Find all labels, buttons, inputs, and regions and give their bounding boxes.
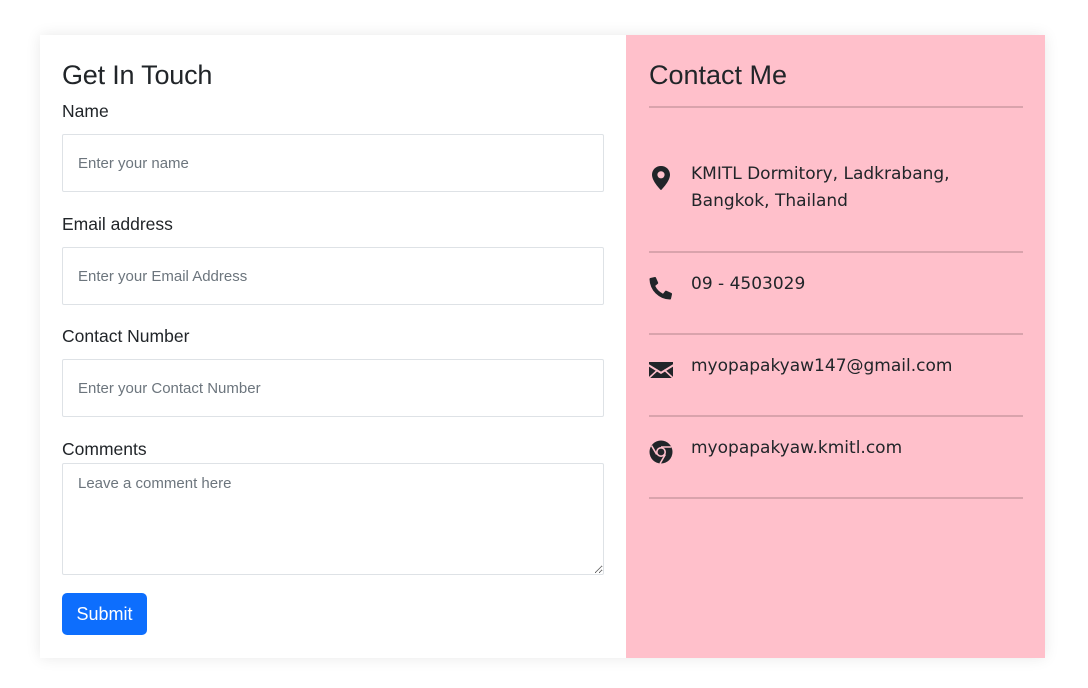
divider <box>649 251 1023 253</box>
contact-number-input[interactable] <box>62 359 604 417</box>
map-marker-icon <box>649 166 673 190</box>
divider <box>649 415 1023 417</box>
comments-label: Comments <box>62 439 147 459</box>
contact-card: Get In Touch Name Email address Contact … <box>40 35 1045 658</box>
website-text: myopapakyaw.kmitl.com <box>691 438 903 458</box>
name-label: Name <box>62 101 109 121</box>
divider <box>649 106 1023 108</box>
divider <box>649 333 1023 335</box>
contact-form-panel: Get In Touch Name Email address Contact … <box>40 35 626 658</box>
divider <box>649 497 1023 499</box>
submit-button[interactable]: Submit <box>62 593 147 635</box>
email-label: Email address <box>62 214 173 234</box>
address-text: KMITL Dormitory, Ladkrabang, Bangkok, Th… <box>691 164 950 211</box>
comments-textarea[interactable] <box>62 463 604 575</box>
contact-info-panel: Contact Me KMITL Dormitory, Ladkrabang, … <box>626 35 1045 658</box>
envelope-icon <box>649 358 673 382</box>
contact-title: Contact Me <box>649 60 788 90</box>
phone-icon <box>649 276 673 300</box>
email-input[interactable] <box>62 247 604 305</box>
form-title: Get In Touch <box>62 60 213 90</box>
chrome-icon <box>649 440 673 464</box>
contact-number-label: Contact Number <box>62 326 190 346</box>
email-text: myopapakyaw147@gmail.com <box>691 356 953 376</box>
phone-text: 09 - 4503029 <box>691 274 806 294</box>
name-input[interactable] <box>62 134 604 192</box>
